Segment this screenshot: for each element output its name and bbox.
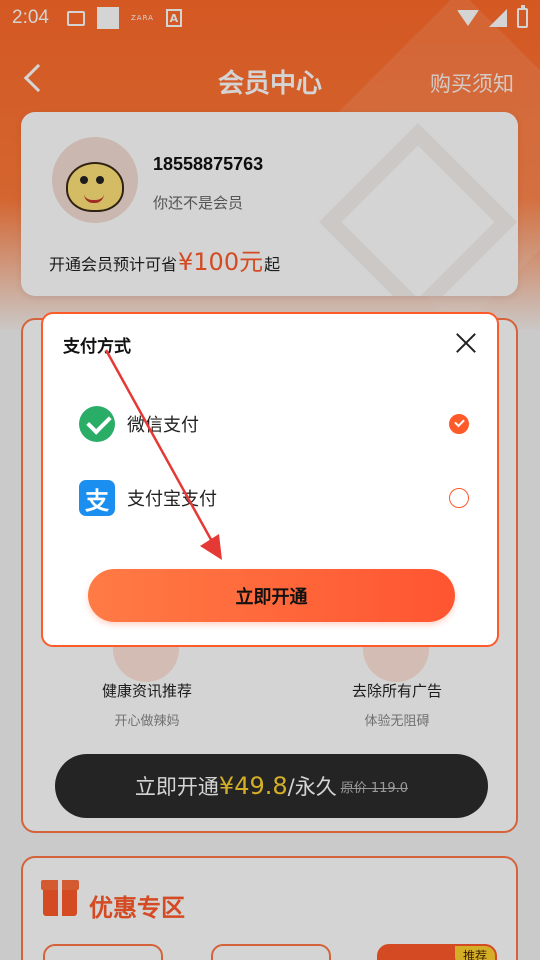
payment-option-wechat[interactable]: 微信支付 (79, 402, 469, 446)
radio-selected[interactable] (449, 414, 469, 434)
close-icon[interactable] (455, 332, 477, 354)
payment-option-label: 微信支付 (127, 415, 199, 436)
payment-option-label: 支付宝支付 (127, 489, 217, 510)
radio-unselected[interactable] (449, 488, 469, 508)
dialog-title: 支付方式 (63, 337, 131, 357)
alipay-icon: 支 (79, 480, 115, 516)
confirm-open-button[interactable]: 立即开通 (88, 569, 455, 622)
payment-method-dialog: 支付方式 微信支付 支 支付宝支付 立即开通 (41, 312, 499, 647)
alipay-glyph: 支 (85, 486, 109, 515)
payment-option-alipay[interactable]: 支 支付宝支付 (79, 476, 469, 520)
wechat-pay-icon (79, 406, 115, 442)
